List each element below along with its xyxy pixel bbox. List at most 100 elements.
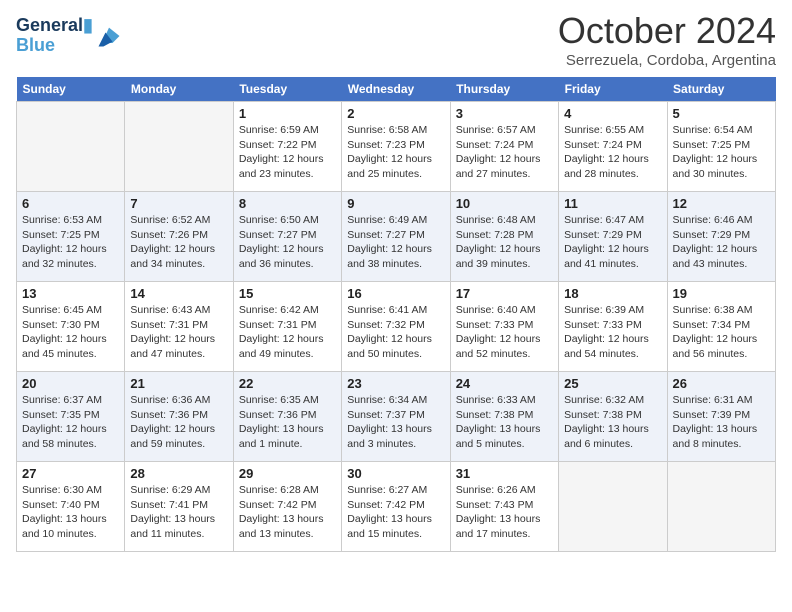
- calendar-cell: 17 Sunrise: 6:40 AM Sunset: 7:33 PM Dayli…: [450, 282, 558, 372]
- day-number: 14: [130, 286, 227, 301]
- calendar-cell: 11 Sunrise: 6:47 AM Sunset: 7:29 PM Dayli…: [559, 192, 667, 282]
- day-info: Sunrise: 6:27 AM Sunset: 7:42 PM Dayligh…: [347, 483, 444, 542]
- day-info: Sunrise: 6:32 AM Sunset: 7:38 PM Dayligh…: [564, 393, 661, 452]
- calendar-cell: 2 Sunrise: 6:58 AM Sunset: 7:23 PM Daylig…: [342, 102, 450, 192]
- day-info: Sunrise: 6:43 AM Sunset: 7:31 PM Dayligh…: [130, 303, 227, 362]
- header: General▮ Blue October 2024 Serrezuela, C…: [16, 10, 776, 69]
- day-number: 1: [239, 106, 336, 121]
- day-info: Sunrise: 6:37 AM Sunset: 7:35 PM Dayligh…: [22, 393, 119, 452]
- day-info: Sunrise: 6:50 AM Sunset: 7:27 PM Dayligh…: [239, 213, 336, 272]
- calendar-cell: 28Sunrise: 6:29 AM Sunset: 7:41 PM Dayli…: [125, 462, 233, 552]
- day-info: Sunrise: 6:31 AM Sunset: 7:39 PM Dayligh…: [673, 393, 770, 452]
- day-info: Sunrise: 6:40 AM Sunset: 7:33 PM Dayligh…: [456, 303, 553, 362]
- day-number: 27: [22, 466, 119, 481]
- calendar-week-row: 27Sunrise: 6:30 AM Sunset: 7:40 PM Dayli…: [17, 462, 776, 552]
- day-number: 24: [456, 376, 553, 391]
- calendar-cell: 9Sunrise: 6:49 AM Sunset: 7:27 PM Daylig…: [342, 192, 450, 282]
- calendar-table: SundayMondayTuesdayWednesdayThursdayFrid…: [16, 77, 776, 552]
- day-number: 25: [564, 376, 661, 391]
- calendar-cell: 7Sunrise: 6:52 AM Sunset: 7:26 PM Daylig…: [125, 192, 233, 282]
- logo-text2: Blue: [16, 36, 93, 56]
- main-title: October 2024: [558, 10, 776, 52]
- day-number: 26: [673, 376, 770, 391]
- calendar-cell: [667, 462, 775, 552]
- day-number: 15: [239, 286, 336, 301]
- calendar-header-row: SundayMondayTuesdayWednesdayThursdayFrid…: [17, 77, 776, 102]
- calendar-cell: [125, 102, 233, 192]
- calendar-cell: 4 Sunrise: 6:55 AM Sunset: 7:24 PM Daylig…: [559, 102, 667, 192]
- day-number: 9: [347, 196, 444, 211]
- day-info: Sunrise: 6:58 AM Sunset: 7:23 PM Dayligh…: [347, 123, 444, 182]
- header-day-sunday: Sunday: [17, 77, 125, 102]
- header-day-friday: Friday: [559, 77, 667, 102]
- day-number: 12: [673, 196, 770, 211]
- day-number: 7: [130, 196, 227, 211]
- day-info: Sunrise: 6:48 AM Sunset: 7:28 PM Dayligh…: [456, 213, 553, 272]
- day-number: 21: [130, 376, 227, 391]
- day-info: Sunrise: 6:46 AM Sunset: 7:29 PM Dayligh…: [673, 213, 770, 272]
- day-number: 22: [239, 376, 336, 391]
- day-info: Sunrise: 6:42 AM Sunset: 7:31 PM Dayligh…: [239, 303, 336, 362]
- day-number: 28: [130, 466, 227, 481]
- day-info: Sunrise: 6:34 AM Sunset: 7:37 PM Dayligh…: [347, 393, 444, 452]
- day-info: Sunrise: 6:55 AM Sunset: 7:24 PM Dayligh…: [564, 123, 661, 182]
- calendar-cell: 6 Sunrise: 6:53 AM Sunset: 7:25 PM Daylig…: [17, 192, 125, 282]
- day-number: 23: [347, 376, 444, 391]
- day-info: Sunrise: 6:53 AM Sunset: 7:25 PM Dayligh…: [22, 213, 119, 272]
- day-number: 16: [347, 286, 444, 301]
- calendar-cell: 16Sunrise: 6:41 AM Sunset: 7:32 PM Dayli…: [342, 282, 450, 372]
- day-info: Sunrise: 6:28 AM Sunset: 7:42 PM Dayligh…: [239, 483, 336, 542]
- day-info: Sunrise: 6:47 AM Sunset: 7:29 PM Dayligh…: [564, 213, 661, 272]
- calendar-week-row: 1 Sunrise: 6:59 AM Sunset: 7:22 PM Daylig…: [17, 102, 776, 192]
- day-number: 30: [347, 466, 444, 481]
- calendar-cell: 19Sunrise: 6:38 AM Sunset: 7:34 PM Dayli…: [667, 282, 775, 372]
- header-day-tuesday: Tuesday: [233, 77, 341, 102]
- calendar-cell: 14 Sunrise: 6:43 AM Sunset: 7:31 PM Dayli…: [125, 282, 233, 372]
- calendar-week-row: 6 Sunrise: 6:53 AM Sunset: 7:25 PM Daylig…: [17, 192, 776, 282]
- calendar-cell: 27Sunrise: 6:30 AM Sunset: 7:40 PM Dayli…: [17, 462, 125, 552]
- day-number: 20: [22, 376, 119, 391]
- logo: General▮ Blue: [16, 16, 123, 56]
- header-day-monday: Monday: [125, 77, 233, 102]
- calendar-cell: 23 Sunrise: 6:34 AM Sunset: 7:37 PM Dayli…: [342, 372, 450, 462]
- calendar-cell: 18Sunrise: 6:39 AM Sunset: 7:33 PM Dayli…: [559, 282, 667, 372]
- day-number: 8: [239, 196, 336, 211]
- day-number: 13: [22, 286, 119, 301]
- header-day-thursday: Thursday: [450, 77, 558, 102]
- logo-icon: [95, 22, 123, 50]
- day-number: 4: [564, 106, 661, 121]
- calendar-cell: 26 Sunrise: 6:31 AM Sunset: 7:39 PM Dayli…: [667, 372, 775, 462]
- calendar-cell: 21Sunrise: 6:36 AM Sunset: 7:36 PM Dayli…: [125, 372, 233, 462]
- day-number: 2: [347, 106, 444, 121]
- day-number: 29: [239, 466, 336, 481]
- calendar-cell: 20 Sunrise: 6:37 AM Sunset: 7:35 PM Dayli…: [17, 372, 125, 462]
- calendar-cell: 10 Sunrise: 6:48 AM Sunset: 7:28 PM Dayli…: [450, 192, 558, 282]
- day-info: Sunrise: 6:38 AM Sunset: 7:34 PM Dayligh…: [673, 303, 770, 362]
- day-number: 31: [456, 466, 553, 481]
- calendar-cell: 25 Sunrise: 6:32 AM Sunset: 7:38 PM Dayli…: [559, 372, 667, 462]
- calendar-week-row: 13 Sunrise: 6:45 AM Sunset: 7:30 PM Dayli…: [17, 282, 776, 372]
- calendar-cell: 8 Sunrise: 6:50 AM Sunset: 7:27 PM Daylig…: [233, 192, 341, 282]
- logo-text: General▮: [16, 16, 93, 36]
- day-number: 3: [456, 106, 553, 121]
- calendar-cell: 3 Sunrise: 6:57 AM Sunset: 7:24 PM Daylig…: [450, 102, 558, 192]
- subtitle: Serrezuela, Cordoba, Argentina: [558, 52, 776, 69]
- calendar-cell: 31Sunrise: 6:26 AM Sunset: 7:43 PM Dayli…: [450, 462, 558, 552]
- calendar-cell: 1 Sunrise: 6:59 AM Sunset: 7:22 PM Daylig…: [233, 102, 341, 192]
- day-info: Sunrise: 6:35 AM Sunset: 7:36 PM Dayligh…: [239, 393, 336, 452]
- day-number: 6: [22, 196, 119, 211]
- day-number: 11: [564, 196, 661, 211]
- calendar-cell: 29 Sunrise: 6:28 AM Sunset: 7:42 PM Dayli…: [233, 462, 341, 552]
- day-number: 10: [456, 196, 553, 211]
- calendar-cell: 13 Sunrise: 6:45 AM Sunset: 7:30 PM Dayli…: [17, 282, 125, 372]
- day-info: Sunrise: 6:57 AM Sunset: 7:24 PM Dayligh…: [456, 123, 553, 182]
- day-info: Sunrise: 6:59 AM Sunset: 7:22 PM Dayligh…: [239, 123, 336, 182]
- day-info: Sunrise: 6:45 AM Sunset: 7:30 PM Dayligh…: [22, 303, 119, 362]
- day-number: 17: [456, 286, 553, 301]
- title-block: October 2024 Serrezuela, Cordoba, Argent…: [558, 10, 776, 69]
- calendar-cell: 24 Sunrise: 6:33 AM Sunset: 7:38 PM Dayli…: [450, 372, 558, 462]
- calendar-week-row: 20 Sunrise: 6:37 AM Sunset: 7:35 PM Dayli…: [17, 372, 776, 462]
- header-day-wednesday: Wednesday: [342, 77, 450, 102]
- day-info: Sunrise: 6:33 AM Sunset: 7:38 PM Dayligh…: [456, 393, 553, 452]
- calendar-cell: 5Sunrise: 6:54 AM Sunset: 7:25 PM Daylig…: [667, 102, 775, 192]
